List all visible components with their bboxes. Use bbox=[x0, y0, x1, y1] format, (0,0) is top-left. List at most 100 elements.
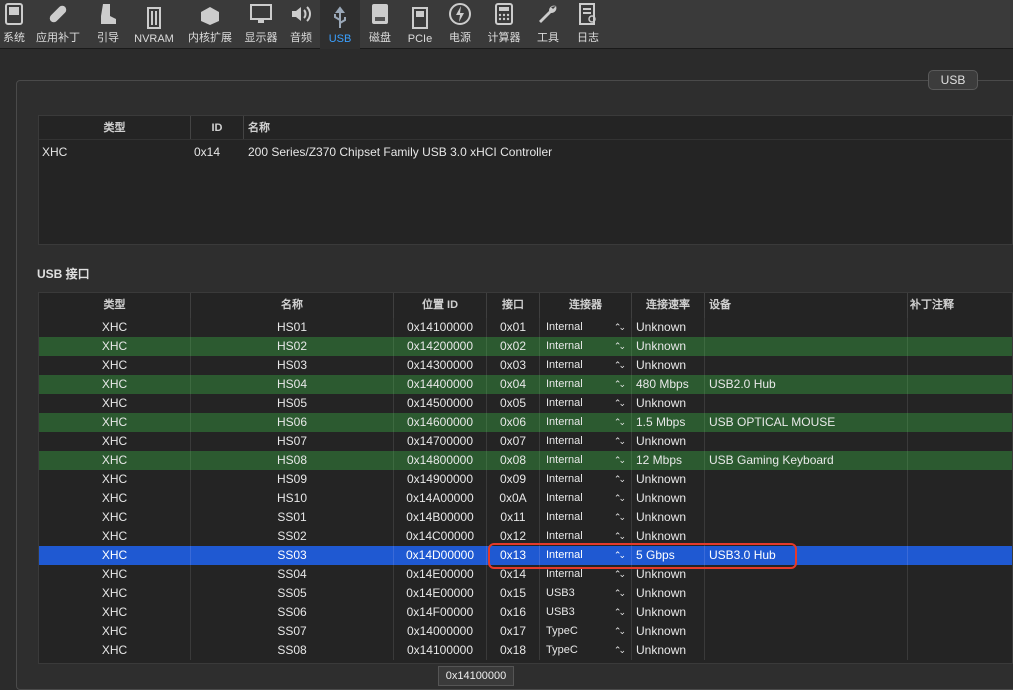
port-name-text: SS05 bbox=[277, 586, 307, 600]
port-row[interactable]: XHC HS05 0x14500000 0x05 Internal ⌃⌄ Unknown bbox=[39, 394, 1012, 413]
port-device bbox=[705, 508, 908, 527]
port-connector-select[interactable]: Internal ⌃⌄ bbox=[540, 413, 632, 432]
port-row[interactable]: XHC SS05 0x14E00000 0x15 USB3 ⌃⌄ Unknown bbox=[39, 584, 1012, 603]
port-connector-select[interactable]: Internal ⌃⌄ bbox=[540, 356, 632, 375]
column-header-speed[interactable]: 连接速率 bbox=[632, 293, 705, 318]
toolbar-audio[interactable]: 音频 bbox=[282, 0, 320, 49]
column-header-id[interactable]: ID bbox=[191, 116, 244, 139]
toolbar-tools[interactable]: 工具 bbox=[528, 0, 568, 49]
port-connector-select[interactable]: TypeC ⌃⌄ bbox=[540, 622, 632, 641]
column-header-device[interactable]: 设备 bbox=[705, 293, 908, 318]
toolbar-disk[interactable]: 磁盘 bbox=[360, 0, 400, 49]
port-row[interactable]: XHC HS10 0x14A00000 0x0A Internal ⌃⌄ Unknown bbox=[39, 489, 1012, 508]
toolbar-usb[interactable]: USB bbox=[320, 0, 360, 49]
port-name: HS09 bbox=[191, 470, 394, 489]
port-speed: Unknown bbox=[632, 337, 705, 356]
port-number-text: 0x17 bbox=[499, 624, 527, 638]
column-header-note[interactable]: 补丁注释 bbox=[908, 293, 1012, 318]
port-connector-select[interactable]: Internal ⌃⌄ bbox=[540, 432, 632, 451]
port-row[interactable]: XHC HS07 0x14700000 0x07 Internal ⌃⌄ Unknown bbox=[39, 432, 1012, 451]
column-header-name[interactable]: 名称 bbox=[191, 293, 394, 318]
port-location-text: 0x14600000 bbox=[406, 415, 474, 429]
toolbar-pcie[interactable]: PCIe bbox=[400, 0, 440, 49]
port-location-text: 0x14F00000 bbox=[406, 605, 474, 619]
port-type-text: XHC bbox=[101, 320, 128, 334]
port-number: 0x11 bbox=[487, 508, 540, 527]
port-type: XHC bbox=[39, 546, 191, 565]
controller-row[interactable]: XHC 0x14 200 Series/Z370 Chipset Family … bbox=[39, 140, 1012, 164]
port-connector-select[interactable]: USB3 ⌃⌄ bbox=[540, 603, 632, 622]
port-name-text: HS06 bbox=[276, 415, 308, 429]
updown-chevron-icon: ⌃⌄ bbox=[613, 626, 626, 636]
port-row[interactable]: XHC HS06 0x14600000 0x06 Internal ⌃⌄ 1.5 Mbps U… bbox=[39, 413, 1012, 432]
port-connector-select[interactable]: Internal ⌃⌄ bbox=[540, 508, 632, 527]
toolbar-nvram[interactable]: NVRAM bbox=[128, 0, 180, 49]
port-speed-text: Unknown bbox=[636, 339, 687, 353]
port-row[interactable]: XHC HS04 0x14400000 0x04 Internal ⌃⌄ 480 Mbps U… bbox=[39, 375, 1012, 394]
updown-chevron-icon: ⌃⌄ bbox=[613, 341, 626, 351]
port-device bbox=[705, 432, 908, 451]
toolbar-kexts[interactable]: 内核扩展 bbox=[180, 0, 240, 49]
port-connector-select[interactable]: Internal ⌃⌄ bbox=[540, 318, 632, 337]
port-connector-select[interactable]: USB3 ⌃⌄ bbox=[540, 584, 632, 603]
port-row[interactable]: XHC HS03 0x14300000 0x03 Internal ⌃⌄ Unknown bbox=[39, 356, 1012, 375]
port-connector-select[interactable]: Internal ⌃⌄ bbox=[540, 451, 632, 470]
toolbar-patches[interactable]: 应用补丁 bbox=[28, 0, 88, 49]
port-number: 0x07 bbox=[487, 432, 540, 451]
port-name: SS08 bbox=[191, 641, 394, 660]
port-location-text: 0x14500000 bbox=[406, 396, 474, 410]
column-header-name[interactable]: 名称 bbox=[244, 116, 1012, 139]
port-location: 0x14000000 bbox=[394, 622, 487, 641]
port-name-text: HS05 bbox=[276, 396, 308, 410]
port-name-text: HS04 bbox=[276, 377, 308, 391]
toolbar-log[interactable]: 日志 bbox=[568, 0, 608, 49]
port-row[interactable]: XHC SS06 0x14F00000 0x16 USB3 ⌃⌄ Unknown bbox=[39, 603, 1012, 622]
port-type: XHC bbox=[39, 603, 191, 622]
port-note bbox=[908, 356, 1012, 375]
port-device bbox=[705, 622, 908, 641]
port-location: 0x14300000 bbox=[394, 356, 487, 375]
port-type-text: XHC bbox=[101, 377, 128, 391]
port-connector-select[interactable]: TypeC ⌃⌄ bbox=[540, 641, 632, 660]
port-speed-text: Unknown bbox=[636, 396, 687, 410]
toolbar-system[interactable]: 系统 bbox=[0, 0, 28, 49]
port-connector-select[interactable]: Internal ⌃⌄ bbox=[540, 394, 632, 413]
port-number: 0x0A bbox=[487, 489, 540, 508]
port-row[interactable]: XHC HS01 0x14100000 0x01 Internal ⌃⌄ Unknown bbox=[39, 318, 1012, 337]
column-header-type[interactable]: 类型 bbox=[39, 116, 191, 139]
column-header-type[interactable]: 类型 bbox=[39, 293, 191, 318]
column-header-port[interactable]: 接口 bbox=[487, 293, 540, 318]
port-row[interactable]: XHC SS01 0x14B00000 0x11 Internal ⌃⌄ Unknown bbox=[39, 508, 1012, 527]
port-row[interactable]: XHC HS02 0x14200000 0x02 Internal ⌃⌄ Unknown bbox=[39, 337, 1012, 356]
toolbar-power[interactable]: 电源 bbox=[440, 0, 480, 49]
port-device-text: USB OPTICAL MOUSE bbox=[709, 415, 836, 429]
port-number: 0x03 bbox=[487, 356, 540, 375]
port-row[interactable]: XHC SS07 0x14000000 0x17 TypeC ⌃⌄ Unknown bbox=[39, 622, 1012, 641]
port-device: USB Gaming Keyboard bbox=[705, 451, 908, 470]
port-location-text: 0x14A00000 bbox=[406, 491, 474, 505]
port-connector-select[interactable]: Internal ⌃⌄ bbox=[540, 470, 632, 489]
location-tooltip: 0x14100000 bbox=[438, 666, 514, 686]
port-row[interactable]: XHC HS09 0x14900000 0x09 Internal ⌃⌄ Unknown bbox=[39, 470, 1012, 489]
toolbar-calculator[interactable]: 计算器 bbox=[480, 0, 528, 49]
port-connector-select[interactable]: Internal ⌃⌄ bbox=[540, 337, 632, 356]
port-number-text: 0x11 bbox=[500, 510, 526, 524]
port-number-text: 0x01 bbox=[499, 320, 527, 334]
port-location: 0x14200000 bbox=[394, 337, 487, 356]
usb-tab[interactable]: USB bbox=[928, 70, 978, 90]
port-connector-select[interactable]: Internal ⌃⌄ bbox=[540, 375, 632, 394]
port-row[interactable]: XHC HS08 0x14800000 0x08 Internal ⌃⌄ 12 Mbps US… bbox=[39, 451, 1012, 470]
usb-port-table: 类型 名称 位置 ID 接口 连接器 连接速率 设备 补丁注释 XHC HS01 0… bbox=[38, 292, 1013, 664]
port-name: HS03 bbox=[191, 356, 394, 375]
column-header-connector[interactable]: 连接器 bbox=[540, 293, 632, 318]
toolbar-boot[interactable]: 引导 bbox=[88, 0, 128, 49]
column-header-location[interactable]: 位置 ID bbox=[394, 293, 487, 318]
port-name-text: HS08 bbox=[276, 453, 308, 467]
port-type-text: XHC bbox=[101, 396, 128, 410]
port-connector-select[interactable]: Internal ⌃⌄ bbox=[540, 489, 632, 508]
port-connector-select-text: Internal bbox=[546, 435, 583, 447]
port-row[interactable]: XHC SS08 0x14100000 0x18 TypeC ⌃⌄ Unknown bbox=[39, 641, 1012, 660]
port-speed-text: Unknown bbox=[636, 529, 687, 543]
toolbar-display[interactable]: 显示器 bbox=[240, 0, 282, 49]
updown-chevron-icon: ⌃⌄ bbox=[613, 607, 626, 617]
